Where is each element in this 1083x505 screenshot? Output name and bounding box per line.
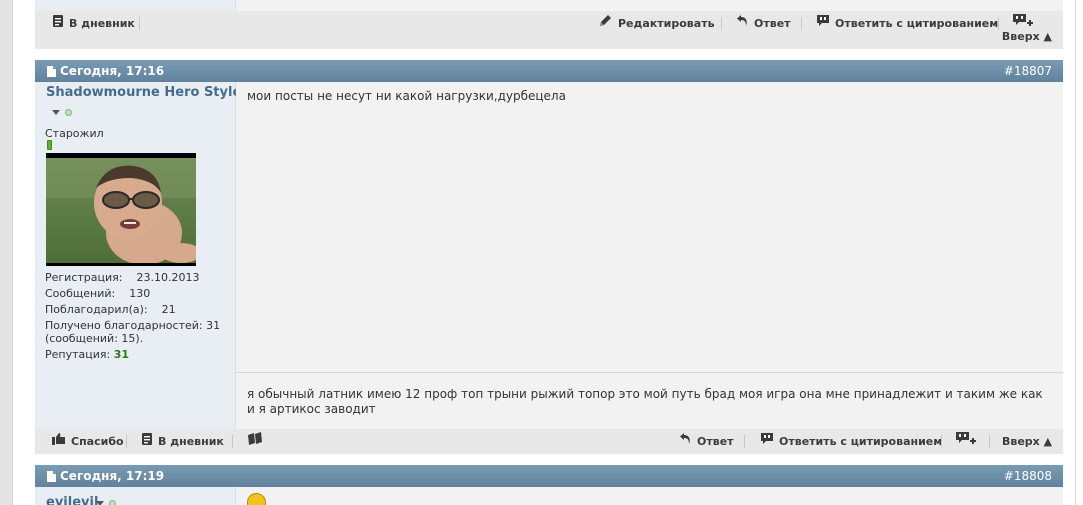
thumbs-up-icon bbox=[52, 429, 66, 454]
divider bbox=[232, 435, 233, 448]
post-date-text: Сегодня, 17:16 bbox=[60, 64, 165, 78]
reply-arrow-icon bbox=[736, 11, 749, 36]
user-info-panel: evilevil bbox=[35, 487, 236, 505]
username-link[interactable]: Shadowmourne Hero Style bbox=[46, 85, 241, 100]
page-icon bbox=[47, 65, 56, 77]
reputation-bar-icon bbox=[47, 140, 52, 150]
previous-post-user-panel bbox=[35, 0, 236, 11]
reply-button[interactable]: Ответ bbox=[679, 429, 734, 454]
thanked-row: Поблагодарил(а): 21 bbox=[45, 303, 176, 316]
quote-bubble-icon bbox=[760, 429, 774, 454]
reputation-value: 31 bbox=[113, 348, 130, 361]
previous-post-footer-extension: Вверх ▲ bbox=[35, 30, 1063, 49]
edit-button[interactable]: Редактировать bbox=[599, 11, 715, 36]
post-message: мои посты не несут ни какой нагрузки,дур… bbox=[247, 89, 566, 103]
registration-row: Регистрация: 23.10.2013 bbox=[45, 271, 200, 284]
divider bbox=[744, 435, 745, 448]
reply-with-quote-label: Ответить с цитированием bbox=[779, 435, 943, 448]
multiquote-plus-icon bbox=[955, 429, 977, 454]
divider bbox=[139, 17, 140, 30]
post-header: Сегодня, 17:19 #18808 bbox=[35, 465, 1063, 487]
reply-button[interactable]: Ответ bbox=[736, 11, 791, 36]
report-button[interactable] bbox=[247, 429, 268, 454]
online-status-icon bbox=[65, 109, 72, 116]
back-to-top-link[interactable]: Вверх ▲ bbox=[1002, 30, 1052, 43]
edit-label: Редактировать bbox=[618, 17, 715, 30]
posts-count-row: Сообщений: 130 bbox=[45, 287, 151, 300]
user-menu-arrow-icon[interactable] bbox=[96, 501, 104, 505]
diary-label: В дневник bbox=[69, 17, 135, 30]
previous-post-body bbox=[35, 0, 1063, 11]
thanks-label: Спасибо bbox=[71, 435, 124, 448]
divider bbox=[941, 435, 942, 448]
thanks-button[interactable]: Спасибо bbox=[52, 429, 124, 454]
reply-with-quote-button[interactable]: Ответить с цитированием bbox=[816, 11, 998, 36]
reply-label: Ответ bbox=[697, 435, 734, 448]
avatar[interactable] bbox=[46, 153, 196, 266]
flag-icon bbox=[247, 429, 263, 454]
post-content: мои посты не несут ни какой нагрузки,дур… bbox=[236, 82, 1063, 429]
reply-label: Ответ bbox=[754, 17, 791, 30]
post-number-link[interactable]: #18808 bbox=[1004, 465, 1052, 487]
reply-with-quote-button[interactable]: Ответить с цитированием bbox=[760, 429, 942, 454]
signature-divider bbox=[236, 372, 1063, 373]
user-title: Старожил bbox=[45, 127, 104, 140]
diary-button[interactable]: В дневник bbox=[141, 429, 224, 454]
username-link[interactable]: evilevil bbox=[46, 495, 98, 505]
online-status-icon bbox=[109, 500, 116, 505]
user-info-panel: Shadowmourne Hero Style Старожил Регистр… bbox=[35, 82, 241, 429]
quote-bubble-icon bbox=[816, 11, 830, 36]
post-date: Сегодня, 17:19 bbox=[47, 465, 164, 487]
divider bbox=[721, 17, 722, 30]
pencil-icon bbox=[599, 11, 613, 36]
divider bbox=[801, 17, 802, 30]
user-stats: Регистрация: 23.10.2013 Сообщений: 130 П… bbox=[45, 270, 230, 363]
page-left-border bbox=[0, 0, 13, 505]
post-header: Сегодня, 17:16 #18807 bbox=[35, 60, 1063, 82]
smiley-icon bbox=[247, 493, 266, 505]
post-content bbox=[236, 487, 1063, 505]
reputation-row: Репутация: 31 bbox=[45, 348, 130, 361]
page-right-border bbox=[1075, 0, 1083, 505]
post-number-link[interactable]: #18807 bbox=[1004, 60, 1052, 82]
user-menu-arrow-icon[interactable] bbox=[52, 110, 60, 115]
divider bbox=[126, 435, 127, 448]
divider bbox=[998, 17, 999, 30]
reply-with-quote-label: Ответить с цитированием bbox=[835, 17, 999, 30]
previous-post-footer: В дневник Редактировать Ответ Ответить с… bbox=[35, 11, 1063, 36]
post-signature: я обычный латник имею 12 проф топ трыни … bbox=[247, 387, 1043, 416]
reply-arrow-icon bbox=[679, 429, 692, 454]
diary-button[interactable]: В дневник bbox=[52, 11, 135, 36]
post-date: Сегодня, 17:16 bbox=[47, 60, 164, 82]
multiquote-button[interactable] bbox=[955, 429, 982, 454]
back-to-top-link[interactable]: Вверх ▲ bbox=[1002, 429, 1052, 454]
divider bbox=[989, 435, 990, 448]
notebook-icon bbox=[141, 429, 153, 454]
post-date-text: Сегодня, 17:19 bbox=[60, 469, 165, 483]
post-footer: Спасибо В дневник Ответ Ответить с цитир… bbox=[35, 429, 1063, 454]
notebook-icon bbox=[52, 11, 64, 36]
thanks-received-row: Получено благодарностей: 31 (сообщений: … bbox=[45, 319, 221, 345]
page-icon bbox=[47, 470, 56, 482]
diary-label: В дневник bbox=[158, 435, 224, 448]
